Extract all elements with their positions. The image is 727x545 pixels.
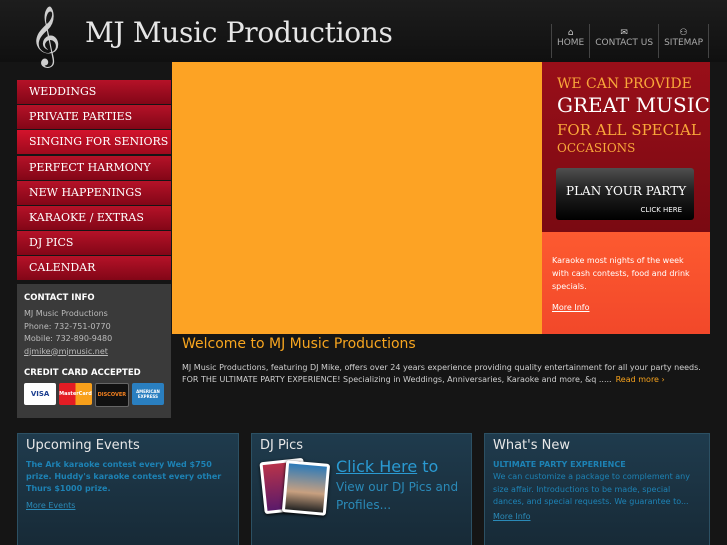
sidebar-item-private-parties[interactable]: PRIVATE PARTIES: [17, 105, 171, 130]
upcoming-events-title: Upcoming Events: [26, 438, 140, 453]
sidebar-item-karaoke-extras[interactable]: KARAOKE / EXTRAS: [17, 205, 171, 230]
site-title: MJ Music Productions: [85, 16, 393, 49]
dj-pics-subtext: View our DJ Pics and Profiles...: [336, 480, 459, 512]
discover-logo: DISCOVER: [94, 383, 129, 407]
dj-pics-title: DJ Pics: [260, 438, 304, 453]
whats-new-text: We can customize a package to complement…: [493, 472, 690, 506]
upcoming-events-text: The Ark karaoke contest every Wed $750 p…: [26, 460, 222, 493]
sidebar-item-calendar[interactable]: CALENDAR: [17, 256, 171, 281]
contact-email-link[interactable]: djmike@mjmusic.net: [24, 346, 164, 359]
click-here-link[interactable]: Click Here: [336, 457, 417, 476]
sidebar-item-singing-for-seniors[interactable]: SINGING FOR SENIORS: [17, 130, 171, 155]
dj-pics-callout: Click Here to View our DJ Pics and Profi…: [336, 458, 471, 514]
nav-contact-us[interactable]: ✉ CONTACT US: [589, 24, 658, 58]
contact-phone: Phone: 732-751-0770: [24, 321, 111, 331]
sidebar-item-dj-pics[interactable]: DJ PICS: [17, 231, 171, 256]
credit-card-heading: CREDIT CARD ACCEPTED: [24, 368, 141, 378]
hero-banner: [172, 62, 542, 334]
plan-your-party-button[interactable]: PLAN YOUR PARTY CLICK HERE: [556, 168, 694, 220]
nav-sitemap[interactable]: ⚇ SITEMAP: [658, 24, 709, 58]
top-navigation: ⌂ HOME ✉ CONTACT US ⚇ SITEMAP: [550, 24, 709, 58]
promo-line-2: GREAT MUSIC: [557, 93, 710, 117]
dj-photo-2: [281, 460, 331, 516]
sidebar-item-weddings[interactable]: WEDDINGS: [17, 80, 171, 104]
karaoke-panel: Karaoke most nights of the week with cas…: [542, 232, 710, 334]
welcome-section: Welcome to MJ Music Productions MJ Music…: [182, 336, 712, 386]
dj-photos-image[interactable]: [259, 457, 332, 516]
contact-name: MJ Music Productions: [24, 309, 108, 318]
more-events-link[interactable]: More Events: [26, 501, 230, 510]
karaoke-text: Karaoke most nights of the week with cas…: [552, 256, 690, 291]
home-icon: ⌂: [567, 28, 574, 38]
credit-card-logos: VISA MasterCard DISCOVER AMERICAN EXPRES…: [24, 383, 164, 407]
click-here-to: to: [417, 457, 439, 476]
nav-home[interactable]: ⌂ HOME: [550, 24, 589, 58]
amex-logo: AMERICAN EXPRESS: [131, 383, 164, 405]
welcome-body: MJ Music Productions, featuring DJ Mike,…: [182, 362, 712, 386]
karaoke-more-info-link[interactable]: More Info: [552, 301, 700, 314]
envelope-icon: ✉: [620, 28, 628, 38]
treble-clef-icon: 𝄞: [30, 6, 61, 66]
sitemap-icon: ⚇: [679, 28, 688, 38]
sidebar-nav: WEDDINGS PRIVATE PARTIES SINGING FOR SEN…: [17, 80, 171, 282]
whats-new-more-info-link[interactable]: More Info: [493, 512, 701, 521]
read-more-link[interactable]: Read more ›: [616, 375, 665, 384]
nav-home-label: HOME: [556, 38, 585, 48]
visa-logo: VISA: [24, 383, 57, 405]
whats-new-title: What's New: [493, 438, 570, 453]
upcoming-events-box: Upcoming Events The Ark karaoke contest …: [17, 433, 239, 545]
contact-heading: CONTACT INFO: [24, 293, 95, 303]
mastercard-logo: MasterCard: [59, 383, 92, 405]
plan-button-title: PLAN YOUR PARTY: [566, 184, 687, 198]
welcome-title: Welcome to MJ Music Productions: [182, 336, 416, 352]
contact-info-panel: CONTACT INFO MJ Music Productions Phone:…: [17, 284, 171, 418]
promo-line-1: WE CAN PROVIDE: [557, 76, 692, 92]
promo-line-4: OCCASIONS: [557, 141, 636, 155]
nav-sitemap-label: SITEMAP: [664, 38, 703, 48]
promo-panel: WE CAN PROVIDE GREAT MUSIC FOR ALL SPECI…: [542, 62, 710, 232]
whats-new-box: What's New ULTIMATE PARTY EXPERIENCE We …: [484, 433, 710, 545]
contact-mobile: Mobile: 732-890-9480: [24, 334, 113, 343]
promo-line-3: FOR ALL SPECIAL: [557, 121, 701, 139]
plan-button-sub: CLICK HERE: [640, 206, 682, 214]
nav-contact-label: CONTACT US: [595, 38, 654, 48]
site-header: 𝄞 MJ Music Productions ⌂ HOME ✉ CONTACT …: [0, 0, 727, 66]
dj-pics-box: DJ Pics Click Here to View our DJ Pics a…: [251, 433, 472, 545]
sidebar-item-new-happenings[interactable]: NEW HAPPENINGS: [17, 180, 171, 205]
sidebar-item-perfect-harmony[interactable]: PERFECT HARMONY: [17, 155, 171, 180]
whats-new-heading: ULTIMATE PARTY EXPERIENCE: [493, 460, 626, 469]
